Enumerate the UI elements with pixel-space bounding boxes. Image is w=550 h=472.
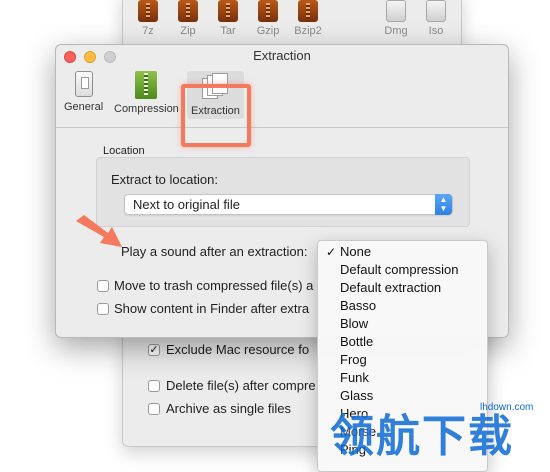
show-in-finder-checkbox[interactable]: Show content in Finder after extra xyxy=(97,301,309,316)
extraction-tab-highlight xyxy=(181,84,251,147)
format-iso[interactable]: Iso xyxy=(414,0,458,37)
delete-after-compress-checkbox[interactable]: Delete file(s) after compre xyxy=(148,378,316,393)
format-bzip2[interactable]: Bzip2 xyxy=(286,0,330,37)
archive-icon xyxy=(178,0,198,22)
exclude-mac-resource-checkbox[interactable]: ✓ Exclude Mac resource fo xyxy=(148,342,309,357)
extract-location-select[interactable]: Next to original file ▲ ▼ xyxy=(124,194,453,215)
close-button[interactable] xyxy=(64,51,76,63)
menu-item-funk[interactable]: Funk xyxy=(318,369,487,387)
checkbox-checked[interactable]: ✓ xyxy=(148,343,160,356)
menu-item-basso[interactable]: Basso xyxy=(318,297,487,315)
checkbox-unchecked[interactable] xyxy=(97,302,109,315)
general-switch-icon xyxy=(74,71,93,97)
menu-item-none[interactable]: ✓ None xyxy=(318,243,487,261)
menu-item-frog[interactable]: Frog xyxy=(318,351,487,369)
compression-archive-icon xyxy=(135,71,158,99)
menu-item-blow[interactable]: Blow xyxy=(318,315,487,333)
disk-image-icon xyxy=(386,0,406,22)
format-tar[interactable]: Tar xyxy=(206,0,250,37)
archive-icon xyxy=(258,0,278,22)
format-zip[interactable]: Zip xyxy=(166,0,210,37)
checkbox-unchecked[interactable] xyxy=(97,279,109,292)
archive-single-files-checkbox[interactable]: Archive as single files xyxy=(148,401,291,416)
checkbox-unchecked[interactable] xyxy=(148,402,160,415)
menu-item-default-extraction[interactable]: Default extraction xyxy=(318,279,487,297)
watermark-text: 领航下载 xyxy=(330,411,514,462)
menu-item-default-compression[interactable]: Default compression xyxy=(318,261,487,279)
archive-icon xyxy=(298,0,318,22)
archive-icon xyxy=(218,0,238,22)
title-bar: Extraction xyxy=(56,45,508,67)
zoom-button[interactable] xyxy=(104,51,116,63)
preferences-toolbar: General Compression Extraction xyxy=(56,67,508,147)
extract-location-value: Next to original file xyxy=(133,197,240,212)
annotation-arrow-icon xyxy=(76,215,122,247)
disk-image-icon xyxy=(426,0,446,22)
location-section-label: Location xyxy=(103,145,145,157)
move-to-trash-checkbox[interactable]: Move to trash compressed file(s) a xyxy=(97,278,313,293)
format-7z[interactable]: 7z xyxy=(126,0,170,37)
tab-compression[interactable]: Compression xyxy=(114,71,179,115)
watermark-url: lhdown.com xyxy=(480,402,534,413)
format-gzip[interactable]: Gzip xyxy=(246,0,290,37)
tab-general[interactable]: General xyxy=(64,71,103,113)
sound-after-extraction-label: Play a sound after an extraction: xyxy=(121,244,308,259)
format-dmg[interactable]: Dmg xyxy=(374,0,418,37)
extract-to-label: Extract to location: xyxy=(111,172,218,187)
site-watermark: 领航下载 lhdown.com xyxy=(330,400,533,464)
location-group xyxy=(96,157,470,227)
checkbox-unchecked[interactable] xyxy=(148,379,160,392)
checkmark-icon: ✓ xyxy=(326,245,337,259)
chevron-updown-icon: ▲ ▼ xyxy=(435,194,452,215)
minimize-button[interactable] xyxy=(84,51,96,63)
menu-item-bottle[interactable]: Bottle xyxy=(318,333,487,351)
window-title: Extraction xyxy=(253,48,311,63)
archive-icon xyxy=(138,0,158,22)
